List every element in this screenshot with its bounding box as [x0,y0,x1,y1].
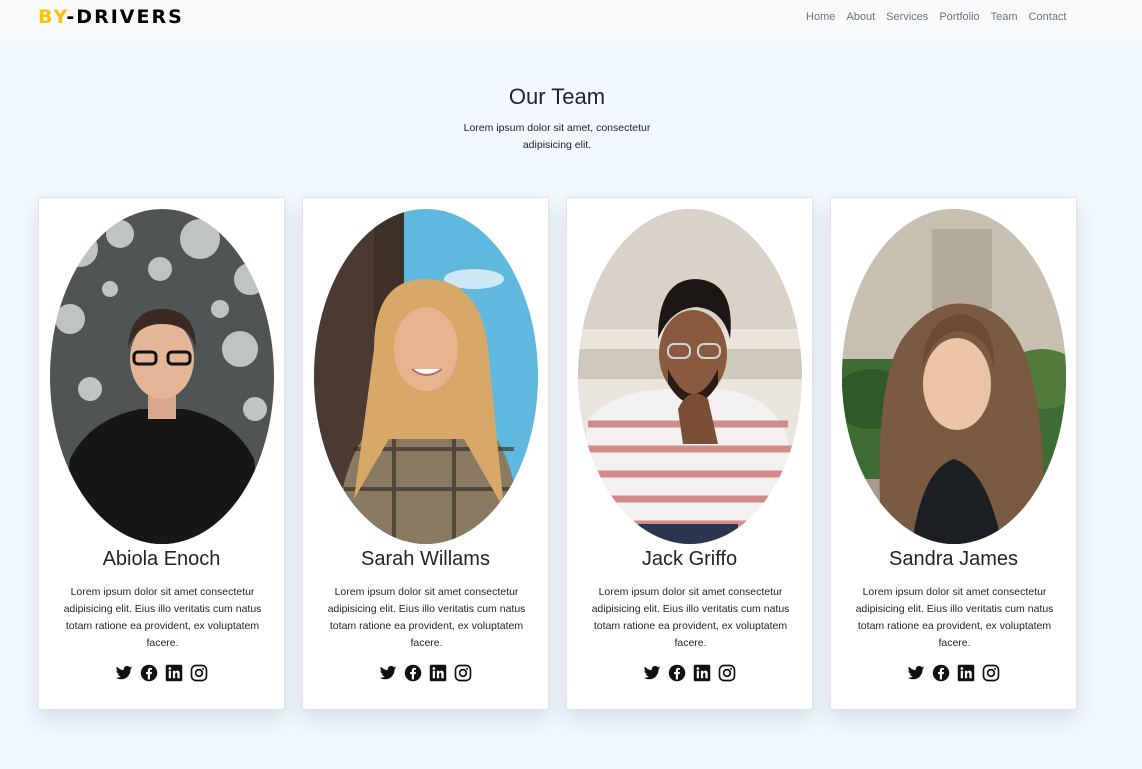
nav-about[interactable]: About [841,11,881,23]
linkedin-icon[interactable] [957,664,975,682]
member-photo [50,209,274,544]
member-photo [578,209,802,544]
instagram-icon[interactable] [190,664,208,682]
facebook-icon[interactable] [140,664,158,682]
brand-prefix: BY [38,6,67,28]
twitter-icon[interactable] [115,664,133,682]
nav-links: Home About Services Portfolio Team Conta… [801,11,1072,23]
brand-logo[interactable]: BY-DRIVERS [38,6,184,28]
navbar: BY-DRIVERS Home About Services Portfolio… [0,0,1142,40]
linkedin-icon[interactable] [429,664,447,682]
instagram-icon[interactable] [454,664,472,682]
social-links [39,664,284,682]
instagram-icon[interactable] [982,664,1000,682]
nav-portfolio[interactable]: Portfolio [934,11,985,23]
social-links [567,664,812,682]
social-links [831,664,1076,682]
member-bio: Lorem ipsum dolor sit amet consectetur a… [63,586,262,649]
team-card: Abiola Enoch Lorem ipsum dolor sit amet … [38,197,285,710]
facebook-icon[interactable] [404,664,422,682]
facebook-icon[interactable] [668,664,686,682]
nav-contact[interactable]: Contact [1023,11,1072,23]
member-name: Sarah Willams [361,548,490,570]
team-card: Sandra James Lorem ipsum dolor sit amet … [830,197,1077,710]
team-card: Jack Griffo Lorem ipsum dolor sit amet c… [566,197,813,710]
twitter-icon[interactable] [907,664,925,682]
nav-home[interactable]: Home [801,11,841,23]
nav-team[interactable]: Team [985,11,1023,23]
linkedin-icon[interactable] [165,664,183,682]
member-photo [314,209,538,544]
nav-services[interactable]: Services [881,11,934,23]
twitter-icon[interactable] [643,664,661,682]
facebook-icon[interactable] [932,664,950,682]
member-photo [842,209,1066,544]
member-name: Abiola Enoch [102,548,221,570]
twitter-icon[interactable] [379,664,397,682]
section-title: Our Team [508,84,606,109]
team-cards: Abiola Enoch Lorem ipsum dolor sit amet … [38,197,1078,710]
member-name: Jack Griffo [641,548,738,570]
social-links [303,664,548,682]
brand-suffix: -DRIVERS [66,6,184,28]
member-bio: Lorem ipsum dolor sit amet consectetur a… [855,586,1054,649]
team-card: Sarah Willams Lorem ipsum dolor sit amet… [302,197,549,710]
linkedin-icon[interactable] [693,664,711,682]
member-bio: Lorem ipsum dolor sit amet consectetur a… [327,586,526,649]
member-name: Sandra James [889,548,1018,570]
section-subtitle: Lorem ipsum dolor sit amet, consectetur … [463,122,651,151]
instagram-icon[interactable] [718,664,736,682]
member-bio: Lorem ipsum dolor sit amet consectetur a… [591,586,790,649]
